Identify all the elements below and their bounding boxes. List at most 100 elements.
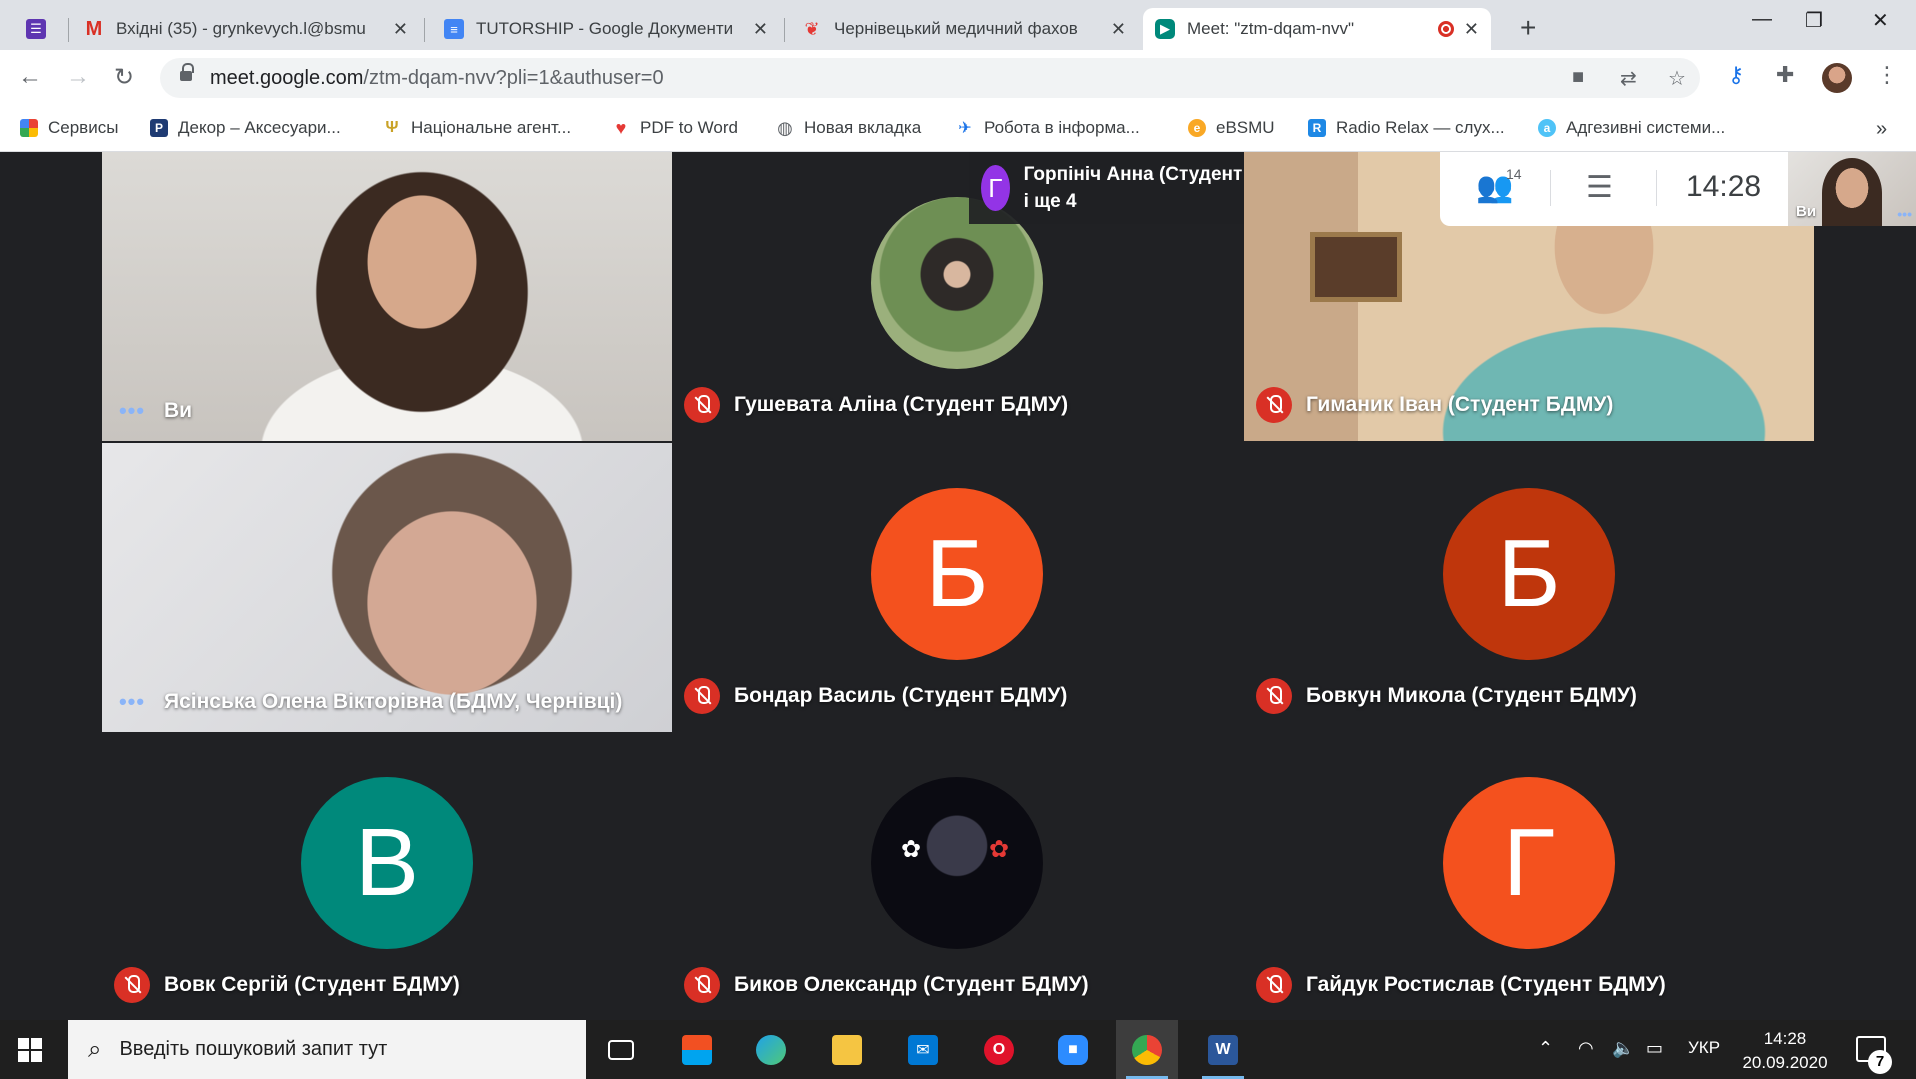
bookmark-adhesive[interactable]: a Адгезивні системи... (1538, 118, 1725, 138)
menu-kebab-icon[interactable]: ⋮ (1876, 62, 1898, 88)
word-app[interactable]: W (1192, 1020, 1254, 1079)
bookmark-label: Національне агент... (411, 118, 572, 137)
bookmark-ebsmu[interactable]: e eBSMU (1188, 118, 1275, 138)
tab-meet[interactable]: ▶ Meet: "ztm-dqam-nvv" ✕ (1143, 8, 1491, 50)
more-bookmarks-icon[interactable]: » (1876, 118, 1887, 141)
windows-start-icon[interactable] (18, 1038, 42, 1062)
extension-key-icon[interactable]: ⚷ (1728, 62, 1744, 88)
profile-avatar[interactable] (1822, 63, 1852, 93)
restore-icon[interactable]: ❐ (1805, 8, 1823, 33)
store-app[interactable] (666, 1020, 728, 1079)
address-bar[interactable]: meet.google.com/ztm-dqam-nvv?pli=1&authu… (160, 58, 1700, 98)
show-hidden-icons[interactable]: ⌃ (1538, 1038, 1553, 1059)
bookmark-services[interactable]: Сервисы (20, 118, 118, 138)
decor-icon: P (150, 119, 168, 137)
speaker-avatar: Г (981, 165, 1010, 211)
participant-tile[interactable]: Б Бовкун Микола (Студент БДМУ) (1244, 443, 1814, 732)
tab-search-menu[interactable]: ☰ (14, 8, 64, 50)
participant-namebar: Гайдук Ростислав (Студент БДМУ) (1244, 967, 1666, 1003)
apps-grid-icon (20, 119, 38, 137)
mic-off-icon (1256, 678, 1292, 714)
wifi-icon[interactable]: ◠ (1578, 1038, 1594, 1059)
tab-search-icon: ☰ (26, 19, 46, 39)
heart-icon: ♥ (615, 117, 627, 138)
extensions-puzzle-icon[interactable]: ✚ (1776, 62, 1794, 88)
radio-icon: R (1308, 119, 1326, 137)
participant-tile[interactable]: ✿ ✿ Биков Олександр (Студент БДМУ) (672, 732, 1242, 1021)
meeting-clock: 14:28 (1686, 170, 1762, 203)
forward-icon[interactable]: → (66, 63, 90, 91)
task-view-button[interactable] (590, 1020, 652, 1079)
participant-tile[interactable]: ••• Ясінська Олена Вікторівна (БДМУ, Чер… (102, 443, 672, 732)
bookmark-work[interactable]: ✈ Робота в інформа... (956, 118, 1139, 138)
avatar-initial: Б (925, 519, 989, 627)
camera-icon[interactable]: ■ (1572, 66, 1584, 89)
self-view-thumbnail[interactable]: Ви ••• (1788, 152, 1916, 226)
close-tab-icon[interactable]: ✕ (1111, 19, 1126, 40)
bookmark-national-agency[interactable]: Ψ Національне агент... (383, 118, 572, 138)
college-icon: ❦ (804, 18, 820, 39)
participant-tile[interactable]: Г Гайдук Ростислав (Студент БДМУ) (1244, 732, 1814, 1021)
close-tab-icon[interactable]: ✕ (753, 19, 768, 40)
close-tab-icon[interactable]: ✕ (393, 19, 408, 40)
search-icon: ⌕ (88, 1035, 102, 1063)
notification-count: 7 (1868, 1050, 1892, 1074)
participant-tile[interactable]: В Вовк Сергій (Студент БДМУ) (102, 732, 672, 1021)
close-window-icon[interactable]: ✕ (1872, 8, 1889, 33)
bookmarks-bar: Сервисы P Декор – Аксесуари... Ψ Націона… (0, 106, 1916, 152)
file-explorer-app[interactable] (816, 1020, 878, 1079)
more-options-icon[interactable]: ••• (1897, 206, 1912, 222)
minimize-icon[interactable]: — (1752, 8, 1772, 31)
bookmark-label: Адгезивні системи... (1566, 118, 1726, 137)
tab-google-docs[interactable]: ≡ TUTORSHIP - Google Документи ✕ (432, 8, 780, 50)
globe-icon: ◍ (777, 117, 793, 138)
opera-app[interactable]: O (968, 1020, 1030, 1079)
translate-icon[interactable]: ⇄ (1620, 66, 1637, 91)
participant-namebar: ••• Ви (102, 399, 192, 423)
participant-name: Биков Олександр (Студент БДМУ) (734, 973, 1089, 996)
input-language[interactable]: УКР (1688, 1038, 1720, 1058)
close-tab-icon[interactable]: ✕ (1464, 19, 1479, 40)
participant-video (102, 443, 672, 732)
mic-off-icon (1256, 967, 1292, 1003)
chat-icon[interactable]: ☰ (1586, 170, 1613, 205)
chrome-app[interactable] (1116, 1020, 1178, 1079)
bookmark-star-icon[interactable]: ☆ (1668, 66, 1686, 91)
participant-tile[interactable]: Б Бондар Василь (Студент БДМУ) (672, 443, 1242, 732)
mic-off-icon (684, 387, 720, 423)
store-icon (682, 1034, 712, 1065)
participants-count: 14 (1506, 166, 1522, 182)
tab-title: TUTORSHIP - Google Документи (476, 19, 734, 38)
speaker-extra: і ще 4 (1023, 191, 1077, 212)
opera-icon: O (984, 1034, 1014, 1065)
tab-college[interactable]: ❦ Чернівецький медичний фахов ✕ (790, 8, 1138, 50)
zoom-app[interactable]: ■ (1042, 1020, 1104, 1079)
back-icon[interactable]: ← (18, 63, 42, 91)
lock-icon[interactable] (180, 63, 194, 83)
taskbar-search[interactable]: ⌕ Введіть пошуковий запит тут (68, 1020, 586, 1079)
participant-name: Ясінська Олена Вікторівна (БДМУ, Чернівц… (164, 690, 623, 713)
avatar-initial: В (354, 808, 420, 916)
edge-app[interactable] (740, 1020, 802, 1079)
tab-title: Вхідні (35) - grynkevych.l@bsmu (116, 19, 366, 38)
taskbar-clock[interactable]: 14:28 20.09.2020 (1735, 1027, 1835, 1075)
bookmark-label: PDF to Word (640, 118, 738, 137)
edge-icon (756, 1034, 786, 1065)
bookmark-decor[interactable]: P Декор – Аксесуари... (150, 118, 341, 138)
reload-icon[interactable]: ↻ (114, 63, 134, 92)
new-tab-button[interactable]: + (1520, 12, 1536, 44)
tab-separator (424, 18, 425, 42)
recording-icon (1437, 21, 1454, 37)
meet-info-bar: 👥 14 ☰ 14:28 (1440, 152, 1788, 226)
url-text[interactable]: meet.google.com/ztm-dqam-nvv?pli=1&authu… (210, 67, 664, 90)
battery-icon[interactable]: ▭ (1646, 1038, 1663, 1059)
mail-app[interactable]: ✉ (892, 1020, 954, 1079)
volume-icon[interactable]: 🔈 (1612, 1038, 1634, 1059)
participant-tile-self[interactable]: ••• Ви (102, 152, 672, 441)
bookmark-radio-relax[interactable]: R Radio Relax — слух... (1308, 118, 1505, 138)
tab-gmail[interactable]: M Вхідні (35) - grynkevych.l@bsmu ✕ (72, 8, 420, 50)
bookmark-pdf-to-word[interactable]: ♥ PDF to Word (612, 118, 738, 138)
bookmark-new-tab[interactable]: ◍ Новая вкладка (776, 118, 921, 138)
letter-a-icon: a (1538, 119, 1556, 137)
participant-avatar: Г (1443, 776, 1615, 949)
